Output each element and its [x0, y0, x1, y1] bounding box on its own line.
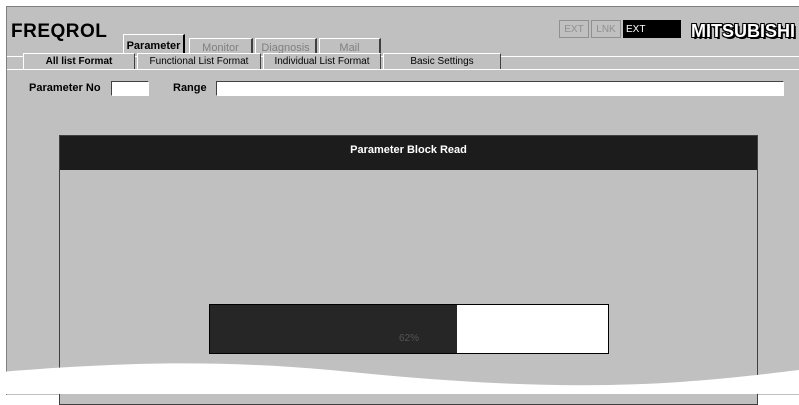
status-indicator-lnk: LNK: [591, 20, 621, 38]
brand-logo: MITSUBISHI: [691, 21, 796, 41]
parameter-no-input[interactable]: [111, 81, 149, 96]
progress-fill: [210, 305, 457, 353]
subtab-individual-list-format[interactable]: Individual List Format: [263, 53, 381, 70]
torn-edge-decoration: [0, 363, 799, 394]
status-indicator-ext: EXT: [559, 20, 589, 38]
range-input[interactable]: [216, 81, 784, 96]
status-indicator-ext-active: EXT: [623, 20, 681, 38]
subtab-basic-settings[interactable]: Basic Settings: [383, 53, 501, 70]
progress-percent: 62%: [398, 333, 419, 344]
parameter-no-label: Parameter No: [29, 82, 101, 94]
range-label: Range: [173, 82, 207, 94]
subtab-all-list-format[interactable]: All list Format: [23, 53, 135, 70]
dialog-title: Parameter Block Read: [60, 136, 757, 170]
app-title: FREQROL: [11, 21, 108, 42]
subtab-divider: [7, 69, 799, 70]
app-window: FREQROL Parameter Monitor Diagnosis Mail…: [6, 6, 799, 405]
subtab-functional-list-format[interactable]: Functional List Format: [137, 53, 261, 70]
progress-bar: 62%: [209, 304, 609, 354]
